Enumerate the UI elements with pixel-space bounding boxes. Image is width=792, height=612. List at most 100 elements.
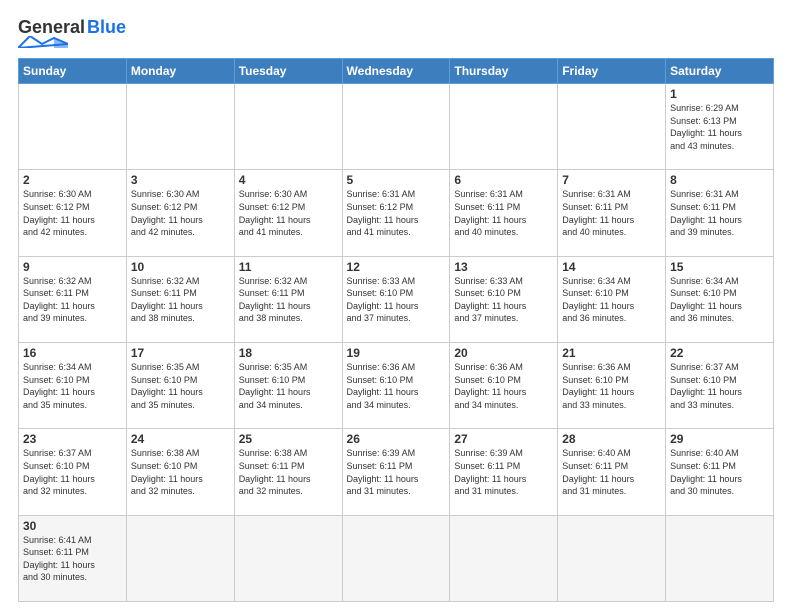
cell-info: Sunrise: 6:41 AM Sunset: 6:11 PM Dayligh… bbox=[23, 534, 122, 584]
calendar-cell: 21Sunrise: 6:36 AM Sunset: 6:10 PM Dayli… bbox=[558, 342, 666, 428]
day-number: 27 bbox=[454, 432, 553, 446]
day-number: 23 bbox=[23, 432, 122, 446]
calendar-week-row: 23Sunrise: 6:37 AM Sunset: 6:10 PM Dayli… bbox=[19, 429, 774, 515]
calendar-cell bbox=[666, 515, 774, 601]
cell-info: Sunrise: 6:38 AM Sunset: 6:10 PM Dayligh… bbox=[131, 447, 230, 497]
day-of-week-header: Thursday bbox=[450, 59, 558, 84]
cell-info: Sunrise: 6:35 AM Sunset: 6:10 PM Dayligh… bbox=[239, 361, 338, 411]
page: General Blue SundayMondayTuesdayWednesda… bbox=[0, 0, 792, 612]
calendar-cell bbox=[450, 515, 558, 601]
calendar-cell: 26Sunrise: 6:39 AM Sunset: 6:11 PM Dayli… bbox=[342, 429, 450, 515]
calendar-cell: 24Sunrise: 6:38 AM Sunset: 6:10 PM Dayli… bbox=[126, 429, 234, 515]
cell-info: Sunrise: 6:32 AM Sunset: 6:11 PM Dayligh… bbox=[23, 275, 122, 325]
day-of-week-header: Friday bbox=[558, 59, 666, 84]
calendar-cell: 19Sunrise: 6:36 AM Sunset: 6:10 PM Dayli… bbox=[342, 342, 450, 428]
day-number: 30 bbox=[23, 519, 122, 533]
calendar-week-row: 16Sunrise: 6:34 AM Sunset: 6:10 PM Dayli… bbox=[19, 342, 774, 428]
calendar-header-row: SundayMondayTuesdayWednesdayThursdayFrid… bbox=[19, 59, 774, 84]
calendar-cell: 20Sunrise: 6:36 AM Sunset: 6:10 PM Dayli… bbox=[450, 342, 558, 428]
day-number: 10 bbox=[131, 260, 230, 274]
cell-info: Sunrise: 6:36 AM Sunset: 6:10 PM Dayligh… bbox=[347, 361, 446, 411]
calendar-cell: 30Sunrise: 6:41 AM Sunset: 6:11 PM Dayli… bbox=[19, 515, 127, 601]
cell-info: Sunrise: 6:39 AM Sunset: 6:11 PM Dayligh… bbox=[454, 447, 553, 497]
calendar-cell: 13Sunrise: 6:33 AM Sunset: 6:10 PM Dayli… bbox=[450, 256, 558, 342]
day-number: 17 bbox=[131, 346, 230, 360]
cell-info: Sunrise: 6:32 AM Sunset: 6:11 PM Dayligh… bbox=[131, 275, 230, 325]
calendar-cell: 11Sunrise: 6:32 AM Sunset: 6:11 PM Dayli… bbox=[234, 256, 342, 342]
day-number: 5 bbox=[347, 173, 446, 187]
calendar-cell bbox=[558, 84, 666, 170]
calendar-cell: 23Sunrise: 6:37 AM Sunset: 6:10 PM Dayli… bbox=[19, 429, 127, 515]
calendar-cell: 5Sunrise: 6:31 AM Sunset: 6:12 PM Daylig… bbox=[342, 170, 450, 256]
calendar-cell bbox=[234, 515, 342, 601]
cell-info: Sunrise: 6:37 AM Sunset: 6:10 PM Dayligh… bbox=[670, 361, 769, 411]
calendar-cell bbox=[342, 515, 450, 601]
day-number: 28 bbox=[562, 432, 661, 446]
day-number: 7 bbox=[562, 173, 661, 187]
day-number: 19 bbox=[347, 346, 446, 360]
day-number: 3 bbox=[131, 173, 230, 187]
cell-info: Sunrise: 6:32 AM Sunset: 6:11 PM Dayligh… bbox=[239, 275, 338, 325]
day-number: 2 bbox=[23, 173, 122, 187]
day-number: 4 bbox=[239, 173, 338, 187]
cell-info: Sunrise: 6:29 AM Sunset: 6:13 PM Dayligh… bbox=[670, 102, 769, 152]
cell-info: Sunrise: 6:33 AM Sunset: 6:10 PM Dayligh… bbox=[454, 275, 553, 325]
calendar-cell: 25Sunrise: 6:38 AM Sunset: 6:11 PM Dayli… bbox=[234, 429, 342, 515]
calendar-cell bbox=[234, 84, 342, 170]
calendar-week-row: 30Sunrise: 6:41 AM Sunset: 6:11 PM Dayli… bbox=[19, 515, 774, 601]
calendar-cell: 12Sunrise: 6:33 AM Sunset: 6:10 PM Dayli… bbox=[342, 256, 450, 342]
calendar-cell: 17Sunrise: 6:35 AM Sunset: 6:10 PM Dayli… bbox=[126, 342, 234, 428]
cell-info: Sunrise: 6:31 AM Sunset: 6:11 PM Dayligh… bbox=[562, 188, 661, 238]
calendar-cell: 10Sunrise: 6:32 AM Sunset: 6:11 PM Dayli… bbox=[126, 256, 234, 342]
calendar-cell: 14Sunrise: 6:34 AM Sunset: 6:10 PM Dayli… bbox=[558, 256, 666, 342]
calendar-cell: 7Sunrise: 6:31 AM Sunset: 6:11 PM Daylig… bbox=[558, 170, 666, 256]
cell-info: Sunrise: 6:34 AM Sunset: 6:10 PM Dayligh… bbox=[670, 275, 769, 325]
calendar-cell: 27Sunrise: 6:39 AM Sunset: 6:11 PM Dayli… bbox=[450, 429, 558, 515]
day-number: 24 bbox=[131, 432, 230, 446]
calendar-cell: 29Sunrise: 6:40 AM Sunset: 6:11 PM Dayli… bbox=[666, 429, 774, 515]
day-of-week-header: Wednesday bbox=[342, 59, 450, 84]
day-of-week-header: Saturday bbox=[666, 59, 774, 84]
day-number: 1 bbox=[670, 87, 769, 101]
calendar-week-row: 9Sunrise: 6:32 AM Sunset: 6:11 PM Daylig… bbox=[19, 256, 774, 342]
cell-info: Sunrise: 6:31 AM Sunset: 6:12 PM Dayligh… bbox=[347, 188, 446, 238]
day-number: 20 bbox=[454, 346, 553, 360]
calendar-week-row: 2Sunrise: 6:30 AM Sunset: 6:12 PM Daylig… bbox=[19, 170, 774, 256]
day-number: 12 bbox=[347, 260, 446, 274]
cell-info: Sunrise: 6:33 AM Sunset: 6:10 PM Dayligh… bbox=[347, 275, 446, 325]
calendar-cell: 8Sunrise: 6:31 AM Sunset: 6:11 PM Daylig… bbox=[666, 170, 774, 256]
calendar-cell: 9Sunrise: 6:32 AM Sunset: 6:11 PM Daylig… bbox=[19, 256, 127, 342]
calendar-cell: 6Sunrise: 6:31 AM Sunset: 6:11 PM Daylig… bbox=[450, 170, 558, 256]
cell-info: Sunrise: 6:38 AM Sunset: 6:11 PM Dayligh… bbox=[239, 447, 338, 497]
calendar-cell: 15Sunrise: 6:34 AM Sunset: 6:10 PM Dayli… bbox=[666, 256, 774, 342]
calendar-table: SundayMondayTuesdayWednesdayThursdayFrid… bbox=[18, 58, 774, 602]
day-of-week-header: Sunday bbox=[19, 59, 127, 84]
cell-info: Sunrise: 6:36 AM Sunset: 6:10 PM Dayligh… bbox=[562, 361, 661, 411]
day-of-week-header: Monday bbox=[126, 59, 234, 84]
cell-info: Sunrise: 6:30 AM Sunset: 6:12 PM Dayligh… bbox=[239, 188, 338, 238]
cell-info: Sunrise: 6:40 AM Sunset: 6:11 PM Dayligh… bbox=[670, 447, 769, 497]
day-number: 21 bbox=[562, 346, 661, 360]
calendar-cell: 16Sunrise: 6:34 AM Sunset: 6:10 PM Dayli… bbox=[19, 342, 127, 428]
day-number: 11 bbox=[239, 260, 338, 274]
day-number: 25 bbox=[239, 432, 338, 446]
day-of-week-header: Tuesday bbox=[234, 59, 342, 84]
cell-info: Sunrise: 6:34 AM Sunset: 6:10 PM Dayligh… bbox=[562, 275, 661, 325]
calendar-cell bbox=[126, 515, 234, 601]
calendar-cell: 4Sunrise: 6:30 AM Sunset: 6:12 PM Daylig… bbox=[234, 170, 342, 256]
cell-info: Sunrise: 6:30 AM Sunset: 6:12 PM Dayligh… bbox=[23, 188, 122, 238]
cell-info: Sunrise: 6:40 AM Sunset: 6:11 PM Dayligh… bbox=[562, 447, 661, 497]
day-number: 14 bbox=[562, 260, 661, 274]
day-number: 6 bbox=[454, 173, 553, 187]
day-number: 16 bbox=[23, 346, 122, 360]
cell-info: Sunrise: 6:31 AM Sunset: 6:11 PM Dayligh… bbox=[670, 188, 769, 238]
day-number: 9 bbox=[23, 260, 122, 274]
day-number: 15 bbox=[670, 260, 769, 274]
cell-info: Sunrise: 6:37 AM Sunset: 6:10 PM Dayligh… bbox=[23, 447, 122, 497]
cell-info: Sunrise: 6:39 AM Sunset: 6:11 PM Dayligh… bbox=[347, 447, 446, 497]
calendar-cell: 2Sunrise: 6:30 AM Sunset: 6:12 PM Daylig… bbox=[19, 170, 127, 256]
day-number: 22 bbox=[670, 346, 769, 360]
calendar-cell bbox=[19, 84, 127, 170]
day-number: 29 bbox=[670, 432, 769, 446]
day-number: 26 bbox=[347, 432, 446, 446]
